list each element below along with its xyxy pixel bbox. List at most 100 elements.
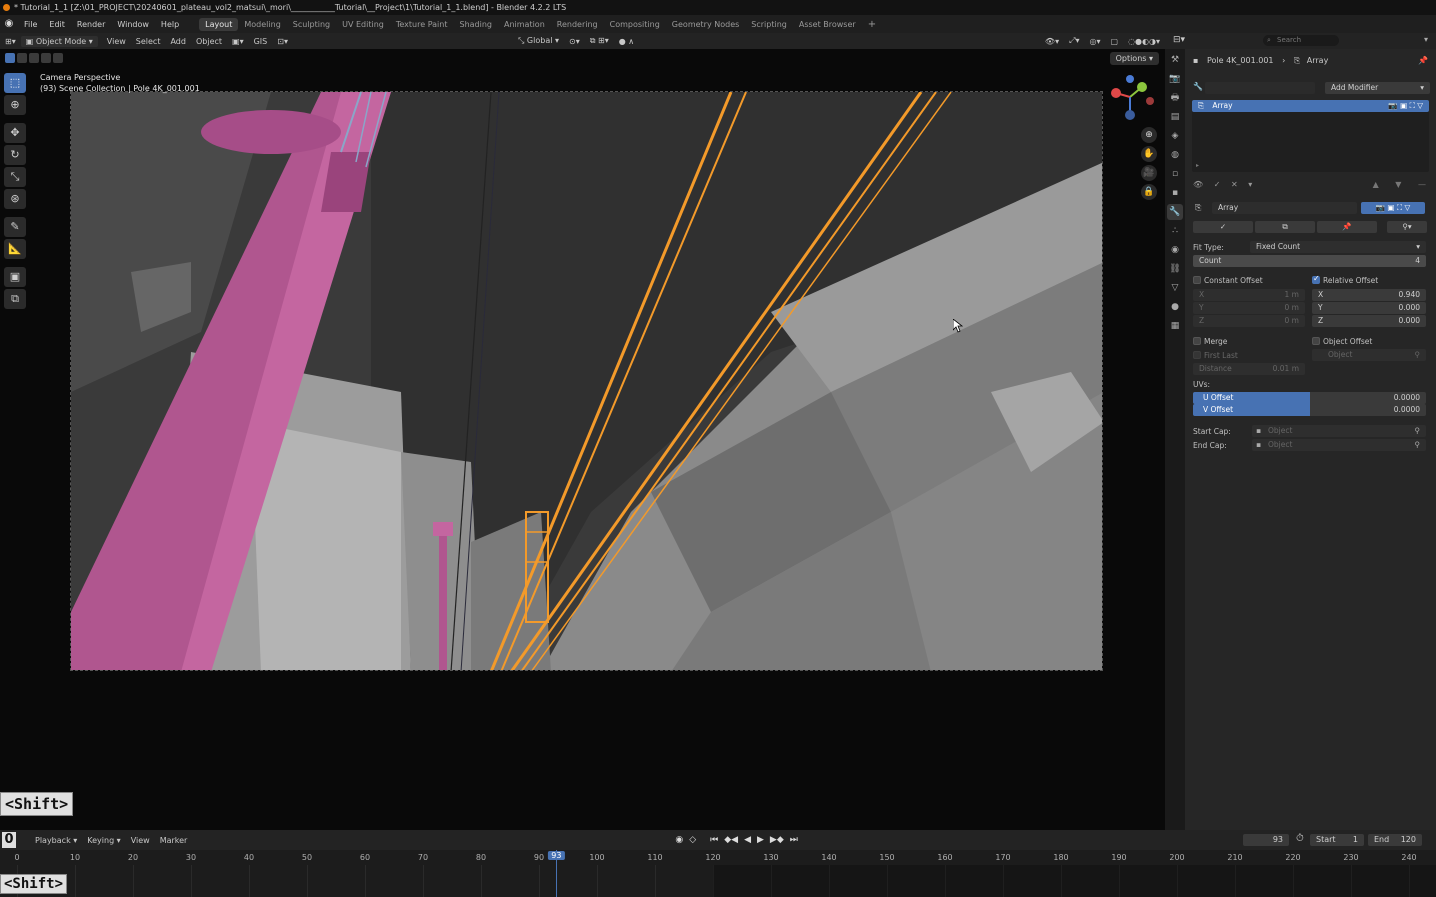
menu-file[interactable]: File: [18, 20, 43, 29]
apply-check-icon[interactable]: ✓: [1214, 180, 1221, 189]
proportional-edit-icon[interactable]: ● ∧: [614, 36, 639, 47]
header-dropdown-icon[interactable]: ▾: [1424, 35, 1428, 44]
tab-texture-paint[interactable]: Texture Paint: [390, 18, 454, 31]
gis-options-icon[interactable]: ⊡▾: [272, 36, 293, 47]
prev-keyframe-icon[interactable]: ◆◀: [721, 835, 741, 845]
editor-type-icon[interactable]: ⊞▾: [0, 36, 21, 47]
constant-offset-checkbox[interactable]: [1193, 276, 1201, 284]
menu-marker[interactable]: Marker: [155, 835, 193, 846]
fit-type-select[interactable]: Fixed Count ▾: [1250, 241, 1426, 253]
menu-timeline-view[interactable]: View: [126, 835, 155, 846]
transform-tool-icon[interactable]: ⊛: [4, 189, 26, 209]
relative-offset-y[interactable]: Y 0.000: [1312, 302, 1426, 314]
select-box-tool-icon[interactable]: ⬚: [4, 73, 26, 93]
constant-offset-z[interactable]: Z 0 m: [1193, 315, 1305, 327]
auto-key-icon[interactable]: ◉: [672, 835, 686, 845]
stack-dropdown-icon[interactable]: ▾: [1248, 180, 1252, 189]
menu-edit[interactable]: Edit: [43, 20, 71, 29]
play-reverse-icon[interactable]: ◀: [741, 835, 754, 845]
tab-animation[interactable]: Animation: [498, 18, 551, 31]
jump-start-icon[interactable]: ⏮: [707, 835, 721, 845]
collection-tab-icon[interactable]: ▫: [1167, 166, 1183, 182]
measure-tool-icon[interactable]: 📐: [4, 239, 26, 259]
tool-tab-icon[interactable]: ⚒: [1167, 52, 1183, 68]
3d-viewport[interactable]: ⬚ ⊕ ✥ ↻ ⤡ ⊛ ✎ 📐 ▣ ⧉ Camera Perspective (…: [0, 49, 1165, 830]
select-subtract-icon[interactable]: [29, 53, 39, 63]
select-extend-icon[interactable]: [17, 53, 27, 63]
blender-menu-icon[interactable]: ◉: [0, 15, 18, 33]
select-new-icon[interactable]: [5, 53, 15, 63]
shading-modes-icon[interactable]: ◌●◐◑▾: [1123, 36, 1165, 47]
snapping-icon[interactable]: ⧉ ⊞▾: [585, 35, 614, 47]
first-last-checkbox[interactable]: [1193, 351, 1201, 359]
options-button[interactable]: Options ▾: [1109, 52, 1159, 65]
navigation-gizmo[interactable]: [1108, 75, 1158, 125]
add-cube-tool-icon[interactable]: ▣: [4, 267, 26, 287]
zoom-icon[interactable]: ⊕: [1141, 127, 1157, 143]
menu-render[interactable]: Render: [71, 20, 111, 29]
tab-layout[interactable]: Layout: [199, 17, 239, 31]
menu-gis[interactable]: GIS: [249, 36, 273, 47]
camera-view-icon[interactable]: 🎥: [1141, 165, 1157, 181]
move-up-icon[interactable]: ▲: [1373, 180, 1379, 189]
current-frame-field[interactable]: 93: [1243, 834, 1289, 846]
relative-offset-checkbox[interactable]: [1312, 274, 1320, 284]
tab-modeling[interactable]: Modeling: [238, 18, 286, 31]
visibility-icon[interactable]: 👁▾: [1040, 36, 1064, 47]
data-tab-icon[interactable]: ▽: [1167, 280, 1183, 296]
add-object-tool-icon[interactable]: ⧉: [4, 289, 26, 309]
relative-offset-x[interactable]: X 0.940: [1312, 289, 1426, 301]
jump-end-icon[interactable]: ⏭: [787, 835, 801, 845]
remove-minus-icon[interactable]: —: [1418, 180, 1426, 189]
modifier-tab-icon[interactable]: 🔧: [1167, 204, 1183, 220]
material-tab-icon[interactable]: ●: [1167, 299, 1183, 315]
expand-icon[interactable]: ▸: [1196, 162, 1199, 169]
tab-rendering[interactable]: Rendering: [551, 18, 604, 31]
view-layer-tab-icon[interactable]: ▤: [1167, 109, 1183, 125]
output-tab-icon[interactable]: 🖶: [1167, 90, 1183, 106]
select-intersect-icon[interactable]: [53, 53, 63, 63]
texture-tab-icon[interactable]: ▦: [1167, 318, 1183, 334]
menu-keying[interactable]: Keying ▾: [82, 835, 125, 846]
mode-select[interactable]: ▣ Object Mode ▾: [20, 35, 98, 47]
end-frame-field[interactable]: End 120: [1368, 834, 1422, 846]
extra-options-button[interactable]: ⚲▾: [1387, 221, 1427, 233]
relative-offset-z[interactable]: Z 0.000: [1312, 315, 1426, 327]
toggle-visibility-icon[interactable]: 👁: [1193, 180, 1203, 189]
merge-distance-field[interactable]: Distance 0.01 m: [1193, 363, 1305, 375]
snap-icon[interactable]: ▣▾: [227, 36, 249, 47]
object-tab-icon[interactable]: ▪: [1167, 185, 1183, 201]
timeline-area[interactable]: 0 10 20 30 40 50 60 70 80 90 100 110 120 130 140 150 160…: [0, 850, 1436, 897]
physics-tab-icon[interactable]: ◉: [1167, 242, 1183, 258]
stack-item-array[interactable]: ⎘ Array 📷 ▣ ⛶ ▽: [1192, 100, 1429, 112]
modifier-name-field[interactable]: Array: [1212, 202, 1357, 214]
scene-tab-icon[interactable]: ◈: [1167, 128, 1183, 144]
modifier-search-field[interactable]: [1205, 82, 1315, 94]
offset-object-field[interactable]: Object ⚲: [1312, 349, 1426, 361]
menu-select[interactable]: Select: [131, 36, 166, 47]
render-tab-icon[interactable]: 📷: [1167, 71, 1183, 87]
annotate-tool-icon[interactable]: ✎: [4, 217, 26, 237]
merge-checkbox[interactable]: [1193, 337, 1201, 345]
scale-tool-icon[interactable]: ⤡: [4, 167, 26, 187]
menu-view[interactable]: View: [102, 36, 131, 47]
tab-scripting[interactable]: Scripting: [745, 18, 793, 31]
menu-window[interactable]: Window: [111, 20, 155, 29]
u-offset-field[interactable]: U Offset 0.0000: [1193, 392, 1426, 404]
start-cap-field[interactable]: ▪ Object ⚲: [1252, 425, 1426, 437]
move-down-icon[interactable]: ▼: [1395, 180, 1401, 189]
orientation-select[interactable]: ⤡ Global ▾: [513, 35, 564, 47]
duplicate-button[interactable]: ⧉: [1255, 221, 1315, 233]
playhead-frame-badge[interactable]: 93: [548, 851, 565, 860]
xray-icon[interactable]: ▢: [1106, 36, 1124, 47]
tab-uv-editing[interactable]: UV Editing: [336, 18, 390, 31]
gizmo-icon[interactable]: ⤢▾: [1064, 35, 1084, 47]
add-workspace-icon[interactable]: +: [862, 19, 882, 30]
pin-icon[interactable]: 📌: [1418, 56, 1428, 65]
cursor-tool-icon[interactable]: ⊕: [4, 95, 26, 115]
menu-playback[interactable]: Playback ▾: [30, 835, 82, 846]
tab-asset-browser[interactable]: Asset Browser: [793, 18, 862, 31]
constant-offset-y[interactable]: Y 0 m: [1193, 302, 1305, 314]
apply-button[interactable]: ✓: [1193, 221, 1253, 233]
pivot-icon[interactable]: ⊙▾: [564, 36, 585, 47]
